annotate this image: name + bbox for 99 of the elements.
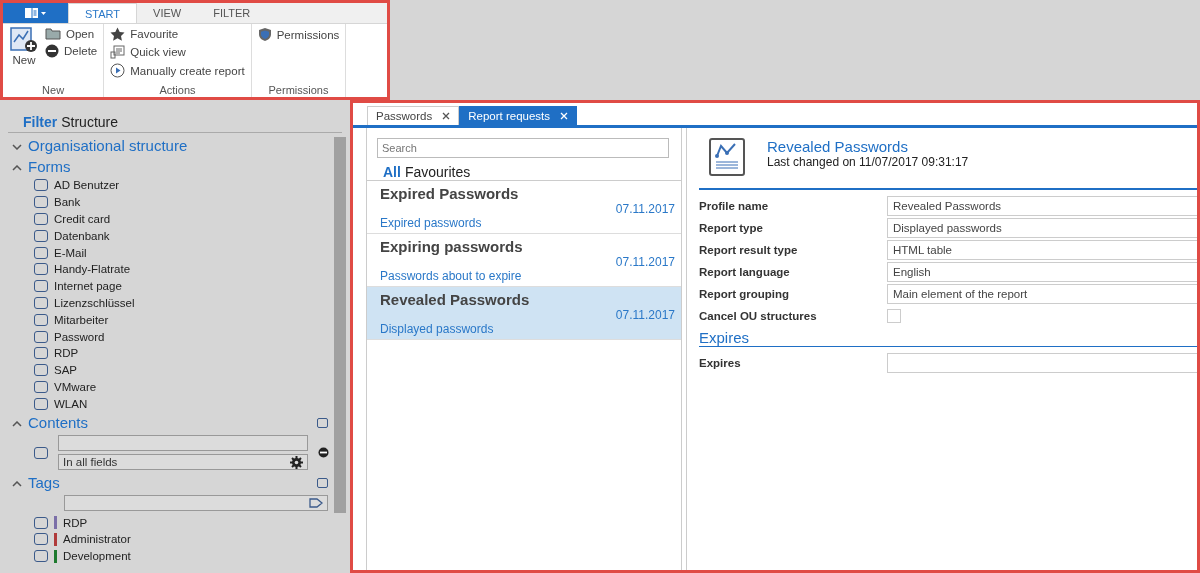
tag-search-field[interactable] bbox=[64, 495, 328, 512]
text-field[interactable] bbox=[887, 353, 1197, 373]
checkbox[interactable] bbox=[34, 179, 48, 192]
section-header[interactable]: Tags bbox=[28, 474, 60, 492]
form-type-label: VMware bbox=[54, 380, 97, 393]
field-label: Cancel OU structures bbox=[699, 310, 818, 322]
checkbox[interactable] bbox=[317, 417, 328, 428]
close-icon[interactable] bbox=[442, 112, 451, 120]
checkbox[interactable] bbox=[34, 296, 48, 309]
tag-label: RDP bbox=[63, 516, 88, 529]
form-type-label: Internet page bbox=[54, 280, 122, 293]
panel-tab[interactable]: Structure bbox=[61, 114, 119, 130]
star-icon bbox=[110, 27, 126, 41]
checkbox[interactable] bbox=[34, 533, 48, 546]
report-list-item[interactable]: Revealed Passwords 07.11.2017 Displayed passwords bbox=[367, 287, 681, 340]
tag-label: Administrator bbox=[63, 533, 131, 546]
ribbon-button[interactable]: Delete bbox=[45, 43, 98, 59]
tag-icon bbox=[309, 498, 323, 509]
field-label: Expires bbox=[699, 357, 742, 369]
ribbon-button[interactable]: Quick view bbox=[110, 44, 245, 60]
checkbox[interactable] bbox=[34, 246, 48, 259]
chart-plus-icon bbox=[9, 26, 39, 54]
checkbox[interactable] bbox=[34, 330, 48, 343]
section-header: Expires bbox=[699, 327, 1197, 347]
field-scope-dropdown[interactable]: In all fields bbox=[58, 454, 308, 471]
report-chart-icon bbox=[709, 138, 745, 176]
form-type-label: RDP bbox=[54, 347, 79, 360]
tag-label: Development bbox=[63, 550, 131, 563]
group-label: Permissions bbox=[267, 84, 330, 97]
section-header[interactable]: Organisational structure bbox=[28, 137, 188, 154]
checkbox[interactable] bbox=[34, 516, 48, 529]
document-list-icon bbox=[110, 45, 126, 59]
checkbox[interactable] bbox=[34, 397, 48, 410]
chevron-up-icon[interactable] bbox=[12, 420, 22, 427]
checkbox[interactable] bbox=[34, 347, 48, 360]
text-field[interactable]: HTML table bbox=[887, 240, 1197, 260]
last-changed-text: Last changed on 11/07/2017 09:31:17 bbox=[767, 155, 969, 169]
minus-circle-icon[interactable] bbox=[318, 447, 329, 459]
chevron-up-icon[interactable] bbox=[12, 164, 22, 171]
folder-icon bbox=[45, 27, 61, 40]
text-field[interactable]: Revealed Passwords bbox=[887, 196, 1197, 216]
field-label: Report type bbox=[699, 222, 764, 234]
form-type-label: Mitarbeiter bbox=[54, 313, 109, 326]
field-label: Profile name bbox=[699, 200, 770, 212]
form-type-label: Handy-Flatrate bbox=[54, 263, 131, 276]
text-field[interactable]: Main element of the report bbox=[887, 284, 1197, 304]
minus-circle-icon bbox=[45, 44, 59, 58]
field-label: Report language bbox=[699, 266, 791, 278]
section-header[interactable]: Contents bbox=[28, 414, 89, 432]
ribbon-tab[interactable]: FILTER bbox=[197, 3, 267, 23]
chevron-up-icon[interactable] bbox=[12, 480, 22, 487]
form-type-label: Password bbox=[54, 330, 105, 343]
field-label: Report result type bbox=[699, 244, 799, 256]
form-type-label: Bank bbox=[54, 196, 81, 209]
ribbon-button[interactable]: Manually create report bbox=[110, 62, 245, 79]
checkbox[interactable] bbox=[34, 196, 48, 209]
group-label: New bbox=[41, 84, 66, 97]
search-field[interactable]: Search bbox=[377, 138, 669, 158]
checkbox[interactable] bbox=[34, 446, 48, 459]
list-scope-tab[interactable]: Favourites bbox=[404, 164, 471, 180]
app-menu-button[interactable] bbox=[3, 3, 68, 23]
play-circle-icon bbox=[110, 63, 126, 78]
text-field[interactable]: English bbox=[887, 262, 1197, 282]
checkbox[interactable] bbox=[34, 364, 48, 377]
form-type-label: E-Mail bbox=[54, 246, 87, 259]
checkbox[interactable] bbox=[34, 313, 48, 326]
chevron-down-icon[interactable] bbox=[12, 143, 22, 150]
ribbon-button[interactable]: Favourite bbox=[110, 26, 245, 42]
gear-icon bbox=[290, 455, 303, 469]
text-field[interactable]: Displayed passwords bbox=[887, 218, 1197, 238]
form-type-label: Datenbank bbox=[54, 229, 110, 242]
scrollbar[interactable] bbox=[334, 137, 346, 513]
checkbox[interactable] bbox=[34, 380, 48, 393]
ribbon-tab[interactable]: VIEW bbox=[137, 3, 198, 23]
ribbon-tab[interactable]: START bbox=[68, 3, 138, 23]
list-view-icon bbox=[24, 8, 47, 18]
list-scope-tab[interactable]: All bbox=[383, 164, 401, 180]
checkbox[interactable] bbox=[34, 213, 48, 225]
form-type-label: AD Benutzer bbox=[54, 179, 120, 192]
checkbox[interactable] bbox=[34, 229, 48, 242]
document-tab[interactable]: Passwords bbox=[367, 106, 460, 125]
contents-search-field[interactable] bbox=[58, 435, 308, 452]
report-title: Revealed Passwords bbox=[767, 138, 909, 155]
ribbon-button[interactable]: Permissions bbox=[257, 26, 340, 43]
form-type-label: WLAN bbox=[54, 397, 88, 410]
checkbox[interactable] bbox=[34, 263, 48, 276]
form-type-label: Lizenzschlüssel bbox=[54, 296, 135, 309]
document-tab[interactable]: Report requests bbox=[459, 106, 578, 125]
form-type-label: SAP bbox=[54, 364, 77, 377]
form-type-label: Credit card bbox=[54, 213, 111, 225]
new-button[interactable]: New bbox=[9, 26, 39, 84]
ribbon-button[interactable]: Open bbox=[45, 26, 98, 41]
checkbox[interactable] bbox=[34, 280, 48, 293]
group-label: Actions bbox=[158, 84, 197, 97]
section-header[interactable]: Forms bbox=[28, 158, 71, 175]
shield-icon bbox=[257, 27, 272, 42]
checkbox[interactable] bbox=[317, 477, 328, 488]
checkbox[interactable] bbox=[34, 550, 48, 563]
field-label: Report grouping bbox=[699, 288, 791, 300]
